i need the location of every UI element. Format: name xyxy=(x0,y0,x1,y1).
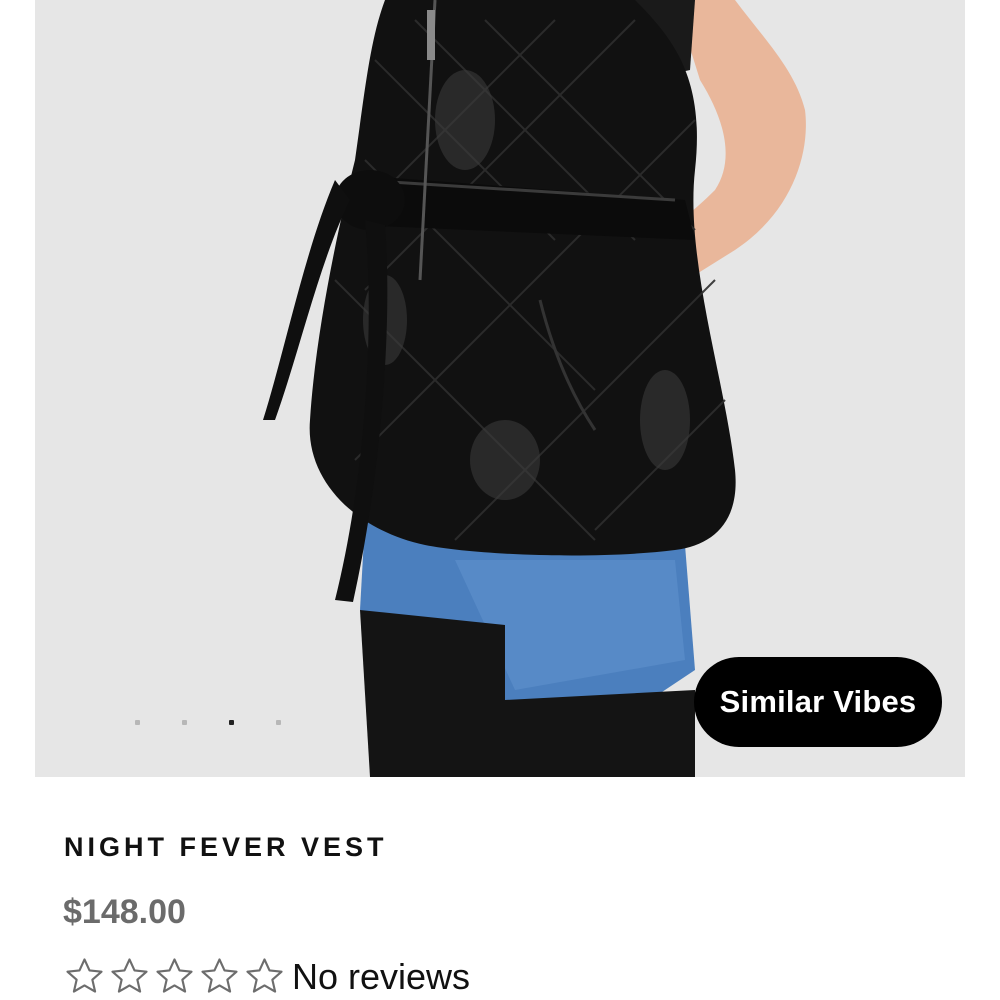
star-outline-icon xyxy=(246,958,283,993)
pagination-dot[interactable] xyxy=(182,720,187,725)
star-outline-icon xyxy=(156,958,193,993)
rating-stars xyxy=(63,955,286,998)
pagination-dot[interactable] xyxy=(135,720,140,725)
gallery-pagination xyxy=(135,720,281,725)
product-title: NIGHT FEVER VEST xyxy=(64,832,388,862)
star-outline-icon xyxy=(201,958,238,993)
product-rating[interactable]: No reviews xyxy=(63,955,470,998)
reviews-count-link[interactable]: No reviews xyxy=(292,956,470,998)
pagination-dot[interactable] xyxy=(276,720,281,725)
similar-vibes-button[interactable]: Similar Vibes xyxy=(694,657,942,747)
star-outline-icon xyxy=(66,958,103,993)
star-outline-icon xyxy=(111,958,148,993)
pagination-dot-active[interactable] xyxy=(229,720,234,725)
product-price: $148.00 xyxy=(63,893,186,931)
product-page: Similar Vibes NIGHT FEVER VEST $148.00 N… xyxy=(0,0,1000,1000)
